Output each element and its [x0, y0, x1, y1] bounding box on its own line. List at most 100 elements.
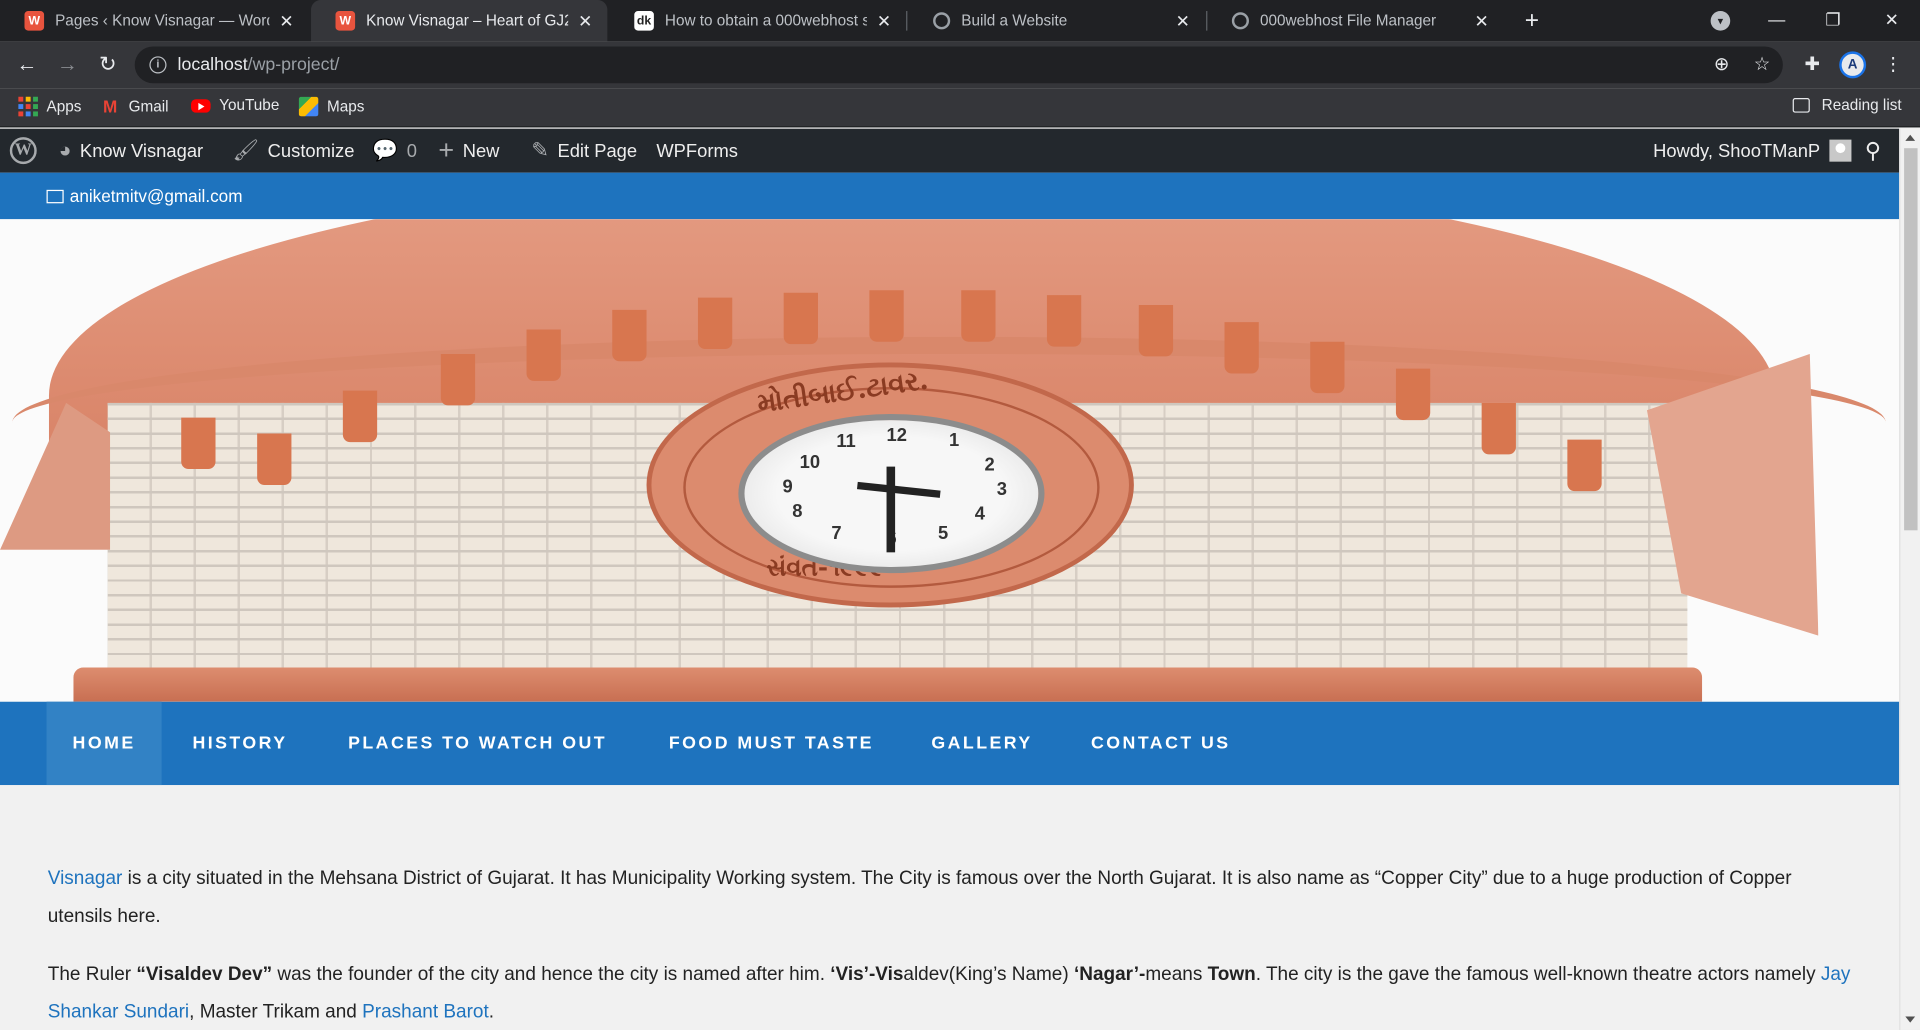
primary-navigation: HOME HISTORY PLACES TO WATCH OUT FOOD MU… [0, 701, 1900, 786]
admin-search[interactable]: ⚲ [1865, 129, 1890, 173]
window-close-button[interactable]: ✕ [1864, 0, 1920, 42]
scroll-thumb[interactable] [1904, 148, 1918, 531]
browser-tab-know-visnagar[interactable]: W Know Visnagar – Heart of GJ2 Visnagar … [311, 0, 608, 42]
new-label: New [462, 140, 500, 162]
tab-title: Pages ‹ Know Visnagar — WordPress [55, 12, 269, 30]
eave-bracket [342, 390, 378, 443]
clock-number: 10 [799, 451, 821, 473]
forward-button[interactable]: → [53, 50, 82, 79]
eave-bracket [612, 309, 647, 362]
close-icon[interactable]: ✕ [1472, 10, 1492, 31]
nav-gallery[interactable]: GALLERY [904, 702, 1061, 785]
address-bar[interactable]: i localhost/wp-project/ ⊕ ☆ [134, 46, 1783, 84]
browser-tab-wp-pages[interactable]: W Pages ‹ Know Visnagar — WordPress ✕ [0, 0, 309, 42]
new-tab-button[interactable]: + [1518, 7, 1545, 34]
admin-new[interactable]: + New [438, 129, 499, 173]
prashant-barot-link[interactable]: Prashant Barot [362, 1002, 489, 1023]
tab-search-icon[interactable]: ▾ [1710, 11, 1731, 31]
nav-contact-us[interactable]: CONTACT US [1060, 702, 1261, 785]
wordpress-icon: W [335, 11, 356, 31]
reading-list-icon [1792, 97, 1810, 113]
bookmark-maps[interactable]: Maps [298, 96, 364, 117]
close-icon[interactable]: ✕ [874, 10, 894, 31]
admin-edit-page[interactable]: ✎ Edit Page [531, 129, 637, 173]
bookmark-apps[interactable]: Apps [18, 96, 81, 117]
browser-tab-strip: W Pages ‹ Know Visnagar — WordPress ✕ W … [0, 0, 1920, 42]
admin-customize[interactable]: 🖌 Customize [233, 129, 355, 173]
wordpress-logo-icon: W [9, 137, 37, 165]
tab-title: How to obtain a 000webhost site [664, 12, 867, 30]
close-icon[interactable]: ✕ [1173, 10, 1193, 31]
close-icon[interactable]: ✕ [576, 10, 596, 31]
page-scrollbar[interactable] [1899, 128, 1920, 1030]
history-paragraph: The Ruler “Visaldev Dev” was the founder… [48, 955, 1860, 1030]
contact-email[interactable]: aniketmitv@gmail.com [46, 186, 243, 206]
close-icon[interactable]: ✕ [277, 10, 297, 31]
eave-bracket [1310, 341, 1345, 394]
reload-button[interactable]: ↻ [93, 50, 122, 79]
clock-number: 2 [984, 454, 995, 476]
admin-site-name[interactable]: ◕ Know Visnagar [59, 129, 203, 173]
browser-toolbar: ← → ↻ i localhost/wp-project/ ⊕ ☆ ✚ A ⋮ [0, 41, 1920, 89]
dashboard-icon: ◕ [58, 138, 72, 162]
profile-avatar[interactable]: A [1839, 51, 1867, 79]
comments-count: 0 [406, 140, 417, 162]
bookmark-star-icon[interactable]: ☆ [1751, 54, 1773, 76]
admin-comments[interactable]: 💬 0 [372, 129, 417, 173]
bookmark-label: YouTube [219, 96, 280, 114]
howdy-label: Howdy, ShooTManP [1653, 140, 1821, 162]
back-button[interactable]: ← [12, 50, 41, 79]
scroll-up-arrow-icon[interactable] [1905, 134, 1916, 141]
history-text: , Master Trikam and [189, 1001, 363, 1023]
clock-number: 9 [782, 476, 793, 498]
admin-my-account[interactable]: Howdy, ShooTManP [1653, 129, 1852, 173]
bookmark-youtube[interactable]: YouTube [191, 97, 279, 114]
email-text: aniketmitv@gmail.com [69, 186, 243, 206]
minimize-button[interactable]: — [1749, 0, 1805, 42]
admin-wpforms[interactable]: WPForms [656, 129, 738, 173]
customize-label: Customize [267, 140, 355, 162]
history-text: . [488, 1001, 495, 1023]
restore-button[interactable]: ❐ [1805, 0, 1861, 42]
visnagar-link[interactable]: Visnagar [48, 868, 123, 889]
tower-base-band [73, 667, 1703, 702]
menu-kebab-icon[interactable]: ⋮ [1881, 53, 1905, 77]
clock-number: 5 [937, 522, 949, 544]
scroll-down-arrow-icon[interactable] [1905, 1016, 1916, 1023]
pencil-icon: ✎ [531, 138, 549, 162]
globe-icon [1231, 12, 1249, 30]
history-text: . The city is the gave the famous well-k… [1255, 963, 1821, 985]
extensions-icon[interactable]: ✚ [1800, 53, 1824, 77]
bookmark-gmail[interactable]: M Gmail [100, 96, 169, 117]
eave-bracket [783, 292, 818, 345]
reading-list-label: Reading list [1821, 96, 1902, 114]
nav-history[interactable]: HISTORY [164, 702, 316, 785]
info-icon[interactable]: i [149, 56, 167, 74]
nav-places-to-watch-out[interactable]: PLACES TO WATCH OUT [316, 702, 639, 785]
clock-hour-hand [886, 466, 896, 553]
history-bold: ‘Nagar’- [1073, 963, 1146, 985]
browser-tab-000webhost-guide[interactable]: dk How to obtain a 000webhost site ✕ [610, 0, 906, 42]
intro-paragraph: Visnagar is a city situated in the Mehsa… [48, 860, 1860, 936]
url-text[interactable]: localhost/wp-project/ [178, 55, 340, 75]
eave-bracket [526, 329, 561, 381]
browser-tab-build-website[interactable]: Build a Website ✕ [909, 0, 1205, 42]
nav-food-must-taste[interactable]: FOOD MUST TASTE [639, 702, 903, 785]
history-text: aldev(King’s Name) [903, 963, 1074, 985]
wp-logo-menu[interactable]: W [9, 129, 37, 173]
site-name-label: Know Visnagar [79, 140, 204, 162]
nav-home[interactable]: HOME [46, 701, 162, 786]
zoom-icon[interactable]: ⊕ [1711, 54, 1733, 76]
eave-bracket [697, 297, 733, 350]
reading-list-button[interactable]: Reading list [1792, 96, 1902, 114]
tab-title: 000webhost File Manager [1260, 12, 1437, 30]
gmail-icon: M [103, 96, 118, 117]
eave-bracket [1395, 368, 1431, 421]
browser-tab-file-manager[interactable]: 000webhost File Manager ✕ [1207, 0, 1503, 42]
url-host: localhost [177, 55, 248, 75]
intro-text: is a city situated in the Mehsana Distri… [47, 868, 1792, 928]
youtube-icon [191, 98, 211, 113]
clock-number: 4 [974, 503, 985, 525]
bookmark-label: Gmail [128, 97, 169, 116]
clock-number: 8 [792, 500, 803, 522]
